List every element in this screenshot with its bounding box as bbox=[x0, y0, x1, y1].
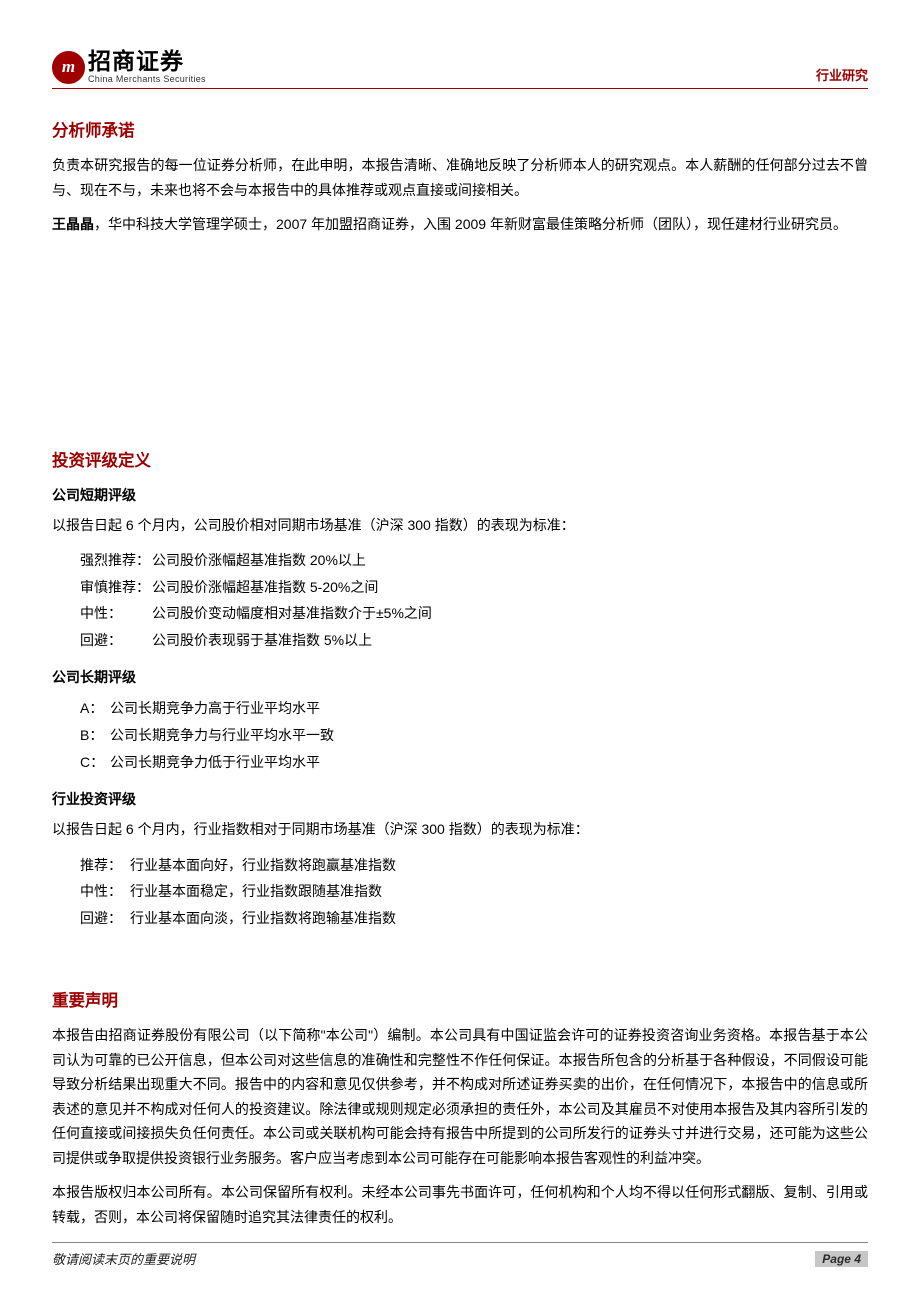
industry-rating-row: 中性：行业基本面稳定，行业指数跟随基准指数 bbox=[52, 878, 868, 905]
industry-rating-desc: 行业基本面向淡，行业指数将跑输基准指数 bbox=[130, 905, 396, 932]
page-number-badge: Page 4 bbox=[815, 1251, 868, 1267]
logo-mark-icon: m bbox=[52, 51, 85, 84]
industry-rating-desc: 行业基本面向好，行业指数将跑赢基准指数 bbox=[130, 852, 396, 879]
long-rating-row: B：公司长期竞争力与行业平均水平一致 bbox=[52, 722, 868, 749]
short-rating-desc: 公司股价涨幅超基准指数 20%以上 bbox=[152, 547, 366, 574]
section-rating-definition-title: 投资评级定义 bbox=[52, 447, 868, 471]
short-rating-label: 强烈推荐： bbox=[80, 547, 152, 574]
section-disclaimer-title: 重要声明 bbox=[52, 987, 868, 1011]
short-rating-row: 审慎推荐：公司股价涨幅超基准指数 5-20%之间 bbox=[52, 574, 868, 601]
disclaimer-para-1: 本报告由招商证券股份有限公司（以下简称"本公司"）编制。本公司具有中国证监会许可… bbox=[52, 1023, 868, 1170]
short-rating-row: 回避：公司股价表现弱于基准指数 5%以上 bbox=[52, 627, 868, 654]
analyst-commitment-para-1: 负责本研究报告的每一位证券分析师，在此申明，本报告清晰、准确地反映了分析师本人的… bbox=[52, 153, 868, 202]
long-rating-row: A：公司长期竞争力高于行业平均水平 bbox=[52, 695, 868, 722]
short-rating-desc: 公司股价涨幅超基准指数 5-20%之间 bbox=[152, 574, 378, 601]
short-rating-label: 中性： bbox=[80, 600, 152, 627]
long-rating-label: A： bbox=[80, 695, 110, 722]
logo-chinese-text: 招商证券 bbox=[88, 50, 206, 73]
disclaimer-para-2: 本报告版权归本公司所有。本公司保留所有权利。未经本公司事先书面许可，任何机构和个… bbox=[52, 1180, 868, 1229]
brand-logo: m 招商证券 China Merchants Securities bbox=[52, 50, 206, 84]
industry-rating-label: 回避： bbox=[80, 905, 130, 932]
long-rating-label: C： bbox=[80, 749, 110, 776]
long-rating-desc: 公司长期竞争力低于行业平均水平 bbox=[110, 749, 320, 776]
industry-rating-label: 中性： bbox=[80, 878, 130, 905]
industry-rating-heading: 行业投资评级 bbox=[52, 789, 868, 809]
page-footer: 敬请阅读末页的重要说明 Page 4 bbox=[52, 1242, 868, 1268]
industry-rating-row: 推荐：行业基本面向好，行业指数将跑赢基准指数 bbox=[52, 852, 868, 879]
short-rating-row: 强烈推荐：公司股价涨幅超基准指数 20%以上 bbox=[52, 547, 868, 574]
long-rating-label: B： bbox=[80, 722, 110, 749]
short-rating-label: 回避： bbox=[80, 627, 152, 654]
page-header: m 招商证券 China Merchants Securities 行业研究 bbox=[52, 50, 868, 89]
short-rating-label: 审慎推荐： bbox=[80, 574, 152, 601]
industry-rating-desc: 行业基本面稳定，行业指数跟随基准指数 bbox=[130, 878, 382, 905]
company-long-rating-heading: 公司长期评级 bbox=[52, 667, 868, 687]
short-rating-row: 中性：公司股价变动幅度相对基准指数介于±5%之间 bbox=[52, 600, 868, 627]
long-rating-desc: 公司长期竞争力与行业平均水平一致 bbox=[110, 722, 334, 749]
long-rating-row: C：公司长期竞争力低于行业平均水平 bbox=[52, 749, 868, 776]
analyst-bio: 王晶晶，华中科技大学管理学硕士，2007 年加盟招商证券，入围 2009 年新财… bbox=[52, 212, 868, 237]
short-rating-desc: 公司股价变动幅度相对基准指数介于±5%之间 bbox=[152, 600, 432, 627]
company-short-rating-heading: 公司短期评级 bbox=[52, 485, 868, 505]
long-rating-desc: 公司长期竞争力高于行业平均水平 bbox=[110, 695, 320, 722]
logo-english-text: China Merchants Securities bbox=[88, 75, 206, 84]
industry-rating-label: 推荐： bbox=[80, 852, 130, 879]
doc-category-label: 行业研究 bbox=[816, 65, 868, 84]
analyst-name: 王晶晶 bbox=[52, 216, 94, 232]
short-rating-desc: 公司股价表现弱于基准指数 5%以上 bbox=[152, 627, 372, 654]
industry-rating-row: 回避：行业基本面向淡，行业指数将跑输基准指数 bbox=[52, 905, 868, 932]
industry-rating-intro: 以报告日起 6 个月内，行业指数相对于同期市场基准（沪深 300 指数）的表现为… bbox=[52, 817, 868, 842]
company-short-rating-intro: 以报告日起 6 个月内，公司股价相对同期市场基准（沪深 300 指数）的表现为标… bbox=[52, 513, 868, 538]
analyst-bio-text: ，华中科技大学管理学硕士，2007 年加盟招商证券，入围 2009 年新财富最佳… bbox=[94, 216, 847, 232]
section-analyst-commitment-title: 分析师承诺 bbox=[52, 117, 868, 141]
footer-note: 敬请阅读末页的重要说明 bbox=[52, 1249, 195, 1268]
